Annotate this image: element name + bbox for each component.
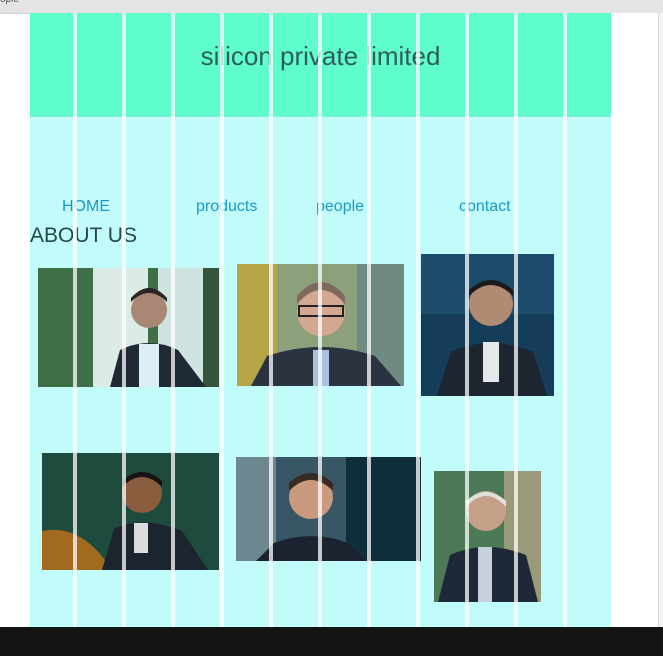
portrait-5-image [236,457,421,561]
person-photo-4 [42,453,219,570]
nav-contact-link[interactable]: contact [459,198,511,216]
nav-products-link[interactable]: products [196,198,257,216]
person-photo-2 [237,264,404,386]
portrait-2-image [237,264,404,386]
site-header: silicon private limited [30,13,611,117]
os-taskbar [0,627,663,656]
vertical-scrollbar[interactable] [658,13,663,627]
portrait-6-image [434,471,541,602]
portrait-4-image [42,453,219,570]
nav-home-link[interactable]: HOME [62,198,110,216]
site-title: silicon private limited [200,41,441,71]
person-photo-3 [421,254,554,396]
browser-tab-bar: ople [0,0,663,14]
portrait-1-image [38,268,219,387]
person-photo-1 [38,268,219,387]
page-right-margin [611,13,663,627]
browser-tab-label[interactable]: ople [0,0,19,5]
about-us-heading: ABOUT US [30,224,137,247]
nav-people-link[interactable]: people [316,198,364,216]
person-photo-5 [236,457,421,561]
portrait-3-image [421,254,554,396]
person-photo-6 [434,471,541,602]
